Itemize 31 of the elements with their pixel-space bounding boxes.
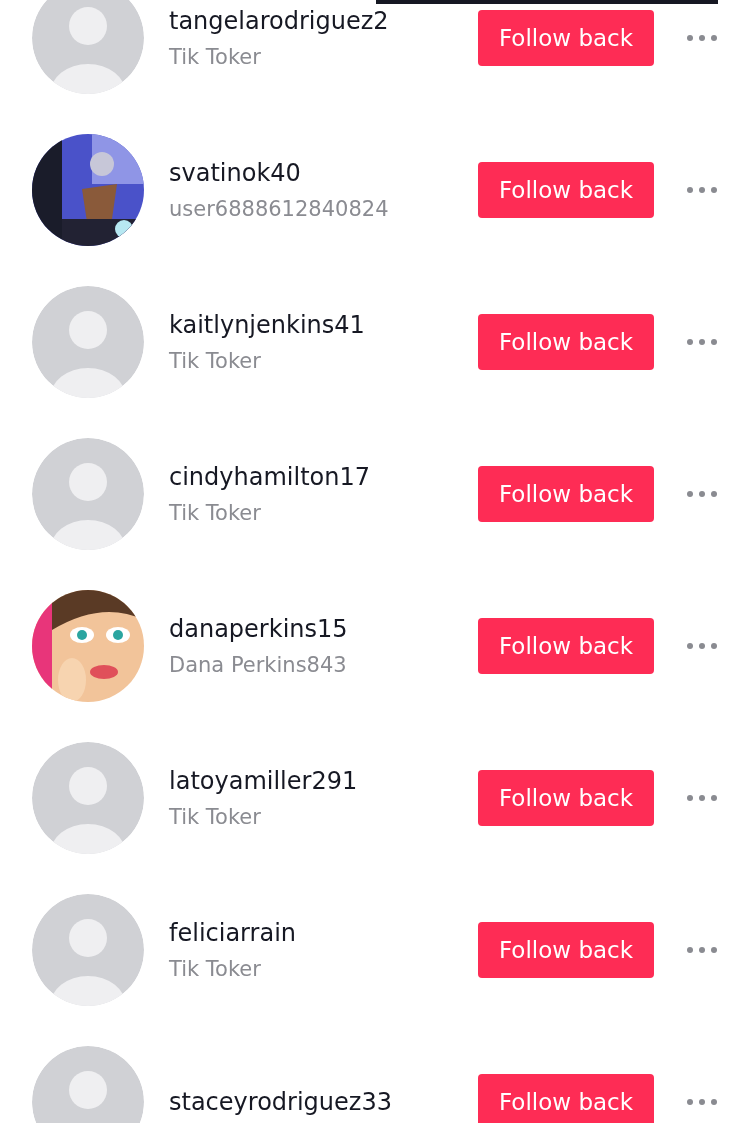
display-name: Tik Toker: [169, 957, 261, 981]
more-icon[interactable]: [686, 642, 718, 650]
username[interactable]: danaperkins15: [169, 615, 348, 643]
display-name: user6888612840824: [169, 197, 389, 221]
more-icon[interactable]: [686, 490, 718, 498]
username[interactable]: svatinok40: [169, 159, 301, 187]
more-icon[interactable]: [686, 946, 718, 954]
more-icon[interactable]: [686, 186, 718, 194]
follow-back-button[interactable]: Follow back: [478, 466, 654, 522]
follow-back-button[interactable]: Follow back: [478, 1074, 654, 1123]
follow-back-button[interactable]: Follow back: [478, 770, 654, 826]
display-name: Tik Toker: [169, 45, 261, 69]
more-icon[interactable]: [686, 34, 718, 42]
more-icon[interactable]: [686, 1098, 718, 1106]
display-name: Tik Toker: [169, 805, 261, 829]
follow-back-button[interactable]: Follow back: [478, 162, 654, 218]
follow-back-button[interactable]: Follow back: [478, 314, 654, 370]
username[interactable]: feliciarrain: [169, 919, 297, 947]
follow-back-button[interactable]: Follow back: [478, 618, 654, 674]
display-name: Tik Toker: [169, 349, 261, 373]
display-name: Tik Toker: [169, 501, 261, 525]
more-icon[interactable]: [686, 794, 718, 802]
username[interactable]: tangelarodriguez2: [169, 7, 389, 35]
username[interactable]: kaitlynjenkins41: [169, 311, 365, 339]
display-name: Dana Perkins843: [169, 653, 347, 677]
follow-back-button[interactable]: Follow back: [478, 10, 654, 66]
username[interactable]: latoyamiller291: [169, 767, 358, 795]
username[interactable]: cindyhamilton17: [169, 463, 370, 491]
more-icon[interactable]: [686, 338, 718, 346]
follow-back-button[interactable]: Follow back: [478, 922, 654, 978]
username[interactable]: staceyrodriguez33: [169, 1088, 392, 1116]
